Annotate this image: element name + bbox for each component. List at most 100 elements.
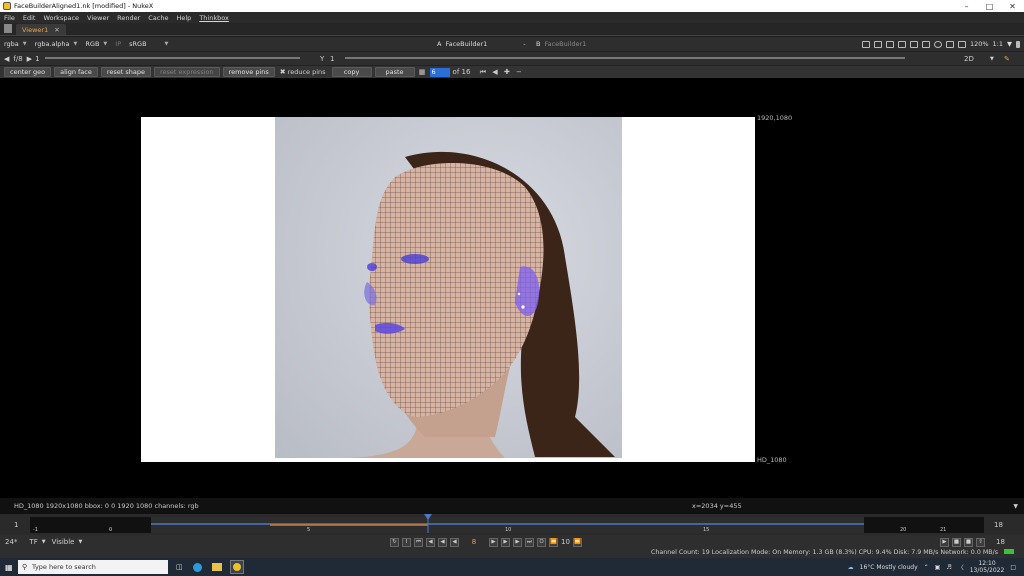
channels-dropdown[interactable]: rgba ▼ bbox=[4, 40, 27, 48]
gain-slider[interactable] bbox=[45, 57, 300, 59]
minimize-icon[interactable]: – bbox=[955, 2, 978, 11]
nuke-taskbar-icon[interactable] bbox=[229, 560, 244, 574]
fstop-arrow-icon[interactable]: ◀ bbox=[4, 55, 9, 63]
gamma-value[interactable]: 1 bbox=[330, 55, 334, 63]
chevron-down-icon[interactable]: ▼ bbox=[1007, 40, 1012, 48]
last-frame-icon[interactable]: ⏭ bbox=[525, 537, 534, 547]
pause-icon[interactable] bbox=[945, 40, 954, 48]
copy-button[interactable]: copy bbox=[331, 67, 372, 77]
chevron-down-icon[interactable]: ▼ bbox=[42, 539, 46, 545]
menu-viewer[interactable]: Viewer bbox=[87, 14, 109, 22]
clipping-icon[interactable] bbox=[909, 40, 918, 48]
ip-toggle[interactable]: IP bbox=[115, 40, 121, 48]
lock-range-icon[interactable]: ■ bbox=[964, 537, 973, 547]
play-forward-icon[interactable]: ▶ bbox=[489, 537, 498, 547]
menu-thinkbox[interactable]: Thinkbox bbox=[199, 14, 229, 22]
visible-dropdown[interactable]: Visible bbox=[52, 538, 75, 546]
menu-workspace[interactable]: Workspace bbox=[43, 14, 79, 22]
reset-shape-button[interactable]: reset shape bbox=[100, 67, 152, 77]
fstop-value[interactable]: f/8 bbox=[13, 55, 22, 63]
maximize-icon[interactable]: □ bbox=[978, 2, 1001, 11]
panel-menu-icon[interactable] bbox=[4, 24, 12, 33]
export-icon[interactable]: ⇧ bbox=[976, 537, 985, 547]
remove-keyframe-icon[interactable]: − bbox=[514, 68, 523, 77]
close-icon[interactable]: ✕ bbox=[1001, 2, 1024, 11]
menu-help[interactable]: Help bbox=[176, 14, 191, 22]
ratio-value[interactable]: 1:1 bbox=[993, 40, 1003, 48]
input-b-selector[interactable]: B FaceBuilder1 bbox=[536, 37, 586, 51]
add-keyframe-icon[interactable]: ✚ bbox=[502, 68, 511, 77]
skip-forward-icon[interactable]: ⏩ bbox=[572, 537, 582, 547]
menu-file[interactable]: File bbox=[4, 14, 15, 22]
lut-dropdown[interactable]: sRGB ▼ bbox=[129, 40, 168, 48]
fullscreen-icon[interactable] bbox=[1016, 40, 1020, 48]
timeline[interactable]: 1 -1 0 5 10 15 20 21 18 bbox=[0, 514, 1024, 535]
view-mode[interactable]: 2D bbox=[964, 55, 974, 63]
tf-dropdown[interactable]: TF bbox=[29, 538, 37, 546]
step-forward-icon[interactable]: ▶ bbox=[501, 537, 510, 547]
clock-date[interactable]: 13/05/2022 bbox=[970, 567, 1005, 574]
timeline-start-frame[interactable]: 1 bbox=[14, 521, 18, 529]
timeline-end-frame[interactable]: 18 bbox=[994, 521, 1003, 529]
keyframe-settings-icon[interactable]: ▦ bbox=[418, 68, 427, 77]
volume-icon[interactable]: ♬ bbox=[946, 564, 951, 571]
keyframe-input[interactable]: 6 bbox=[429, 67, 450, 77]
first-frame-icon[interactable]: ⏮ bbox=[414, 537, 423, 547]
skip-back-icon[interactable]: ⏪ bbox=[549, 537, 558, 547]
tray-chevron-icon[interactable]: ⌃ bbox=[924, 564, 929, 571]
next-keyframe-icon[interactable]: ▶ bbox=[513, 537, 522, 547]
prev-keyframe-icon[interactable]: ◀ bbox=[426, 537, 435, 547]
chevron-down-icon[interactable]: ▼ bbox=[78, 539, 82, 545]
tab-close-icon[interactable]: ✕ bbox=[54, 26, 59, 34]
gamma-slider[interactable] bbox=[345, 57, 905, 59]
proxy-icon[interactable] bbox=[921, 40, 930, 48]
lock-icon[interactable] bbox=[957, 40, 966, 48]
weather-text[interactable]: 16°C Mostly cloudy bbox=[860, 564, 918, 571]
language-icon[interactable]: 〈 bbox=[958, 563, 964, 572]
paste-button[interactable]: paste bbox=[374, 67, 415, 77]
display-dropdown[interactable]: RGB ▼ bbox=[85, 40, 107, 48]
pencil-icon[interactable]: ✎ bbox=[1004, 55, 1010, 63]
safe-area-icon[interactable] bbox=[873, 40, 882, 48]
out-point-icon[interactable]: O bbox=[537, 537, 546, 547]
align-face-button[interactable]: align face bbox=[54, 67, 98, 77]
center-geo-button[interactable]: center geo bbox=[4, 67, 52, 77]
gain-value[interactable]: 1 bbox=[35, 55, 39, 63]
reset-expression-button[interactable]: reset expression bbox=[154, 67, 220, 77]
first-keyframe-icon[interactable]: ⏮ bbox=[478, 68, 487, 77]
menu-cache[interactable]: Cache bbox=[148, 14, 168, 22]
current-frame[interactable]: 8 bbox=[462, 538, 486, 546]
play-backward-icon[interactable]: ◀ bbox=[450, 537, 459, 547]
remove-pins-button[interactable]: remove pins bbox=[222, 67, 275, 77]
fps-dropdown[interactable]: 24* bbox=[5, 538, 17, 546]
tab-viewer1[interactable]: Viewer1 ✕ bbox=[16, 24, 66, 35]
overlay-icon[interactable] bbox=[897, 40, 906, 48]
chevron-down-icon[interactable]: ▼ bbox=[990, 56, 994, 62]
prev-keyframe-icon[interactable]: ◀ bbox=[490, 68, 499, 77]
edge-icon[interactable] bbox=[192, 562, 202, 572]
input-a-selector[interactable]: A FaceBuilder1 - bbox=[437, 37, 526, 51]
notifications-icon[interactable]: □ bbox=[1010, 564, 1016, 571]
task-view-icon[interactable]: ◫ bbox=[176, 563, 183, 571]
zoom-value[interactable]: 120% bbox=[970, 40, 989, 48]
clock-time[interactable]: 12:10 bbox=[978, 560, 995, 567]
wipe-icon[interactable] bbox=[885, 40, 894, 48]
in-point-icon[interactable]: I bbox=[402, 537, 411, 547]
menu-render[interactable]: Render bbox=[117, 14, 140, 22]
in-out-icon[interactable]: ↻ bbox=[390, 537, 399, 547]
info-bar-menu-icon[interactable]: ▼ bbox=[1013, 503, 1018, 510]
frame-step[interactable]: 10 bbox=[561, 538, 570, 546]
network-icon[interactable]: ▣ bbox=[935, 564, 941, 571]
refresh-icon[interactable] bbox=[933, 40, 942, 48]
reduce-pins-check-icon[interactable]: ✖ bbox=[280, 68, 286, 76]
windows-start-icon[interactable]: ▦ bbox=[5, 563, 13, 572]
playback-end-frame[interactable]: 18 bbox=[996, 538, 1005, 546]
step-back-icon[interactable]: ◀ bbox=[438, 537, 447, 547]
menu-edit[interactable]: Edit bbox=[23, 14, 36, 22]
viewer-canvas[interactable]: 1920,1080 HD_1080 bbox=[0, 78, 1024, 498]
fstop-right-arrow-icon[interactable]: ▶ bbox=[27, 55, 32, 63]
cache-icon[interactable]: ■ bbox=[952, 537, 961, 547]
taskbar-search-input[interactable]: ⚲ Type here to search bbox=[18, 560, 168, 574]
alpha-dropdown[interactable]: rgba.alpha ▼ bbox=[35, 40, 78, 48]
roi-icon[interactable] bbox=[861, 40, 870, 48]
